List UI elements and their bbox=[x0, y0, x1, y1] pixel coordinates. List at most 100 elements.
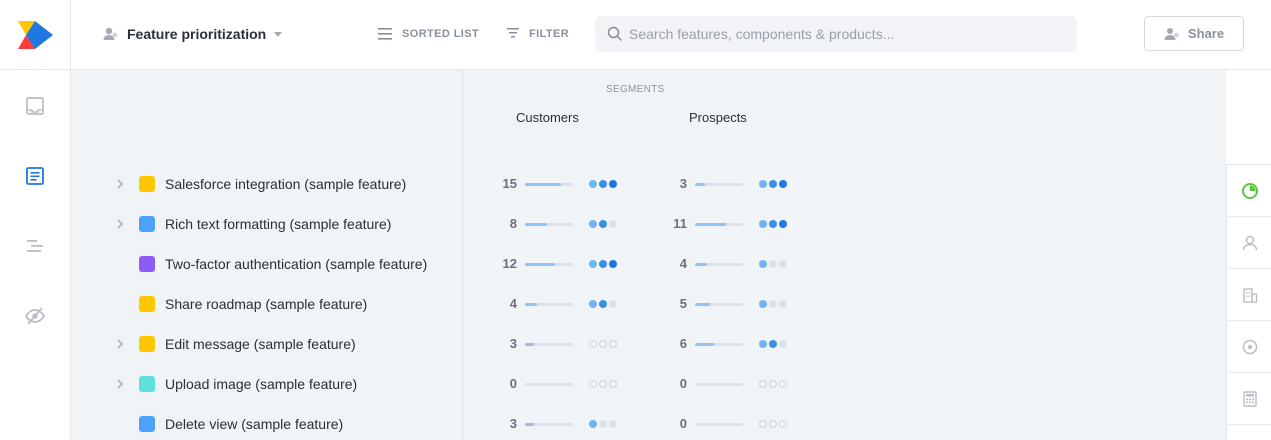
prospects-importance-dots[interactable] bbox=[759, 420, 789, 428]
calculator-icon bbox=[1242, 390, 1257, 407]
importance-dot bbox=[779, 180, 787, 188]
productboard-logo[interactable] bbox=[16, 19, 54, 51]
customers-score-bar-fill bbox=[525, 423, 534, 426]
customers-count: 4 bbox=[509, 296, 517, 311]
prospects-count: 4 bbox=[679, 256, 687, 271]
customers-count: 3 bbox=[509, 336, 517, 351]
feature-name[interactable]: Rich text formatting (sample feature) bbox=[165, 216, 391, 232]
importance-dot bbox=[759, 180, 767, 188]
filter-label: FILTER bbox=[529, 28, 570, 40]
importance-dot bbox=[609, 180, 617, 188]
search-icon bbox=[607, 26, 623, 42]
feature-color-swatch bbox=[139, 376, 155, 392]
segment-header-prospects[interactable]: Prospects bbox=[689, 110, 747, 125]
customers-importance-dots[interactable] bbox=[589, 220, 619, 228]
customers-score-bar bbox=[525, 423, 573, 426]
prospects-score-bar bbox=[695, 223, 743, 226]
importance-dot bbox=[609, 260, 617, 268]
rail-prioritization-button[interactable] bbox=[1227, 165, 1271, 217]
rail-target-button[interactable] bbox=[1227, 321, 1271, 373]
feature-name[interactable]: Salesforce integration (sample feature) bbox=[165, 176, 406, 192]
insights-icon[interactable] bbox=[24, 305, 46, 327]
customers-importance-dots[interactable] bbox=[589, 260, 619, 268]
rail-calculator-button[interactable] bbox=[1227, 373, 1271, 425]
customers-count: 12 bbox=[502, 256, 517, 271]
chevron-right-icon[interactable] bbox=[115, 378, 125, 390]
customers-count: 8 bbox=[509, 216, 517, 231]
prospects-importance-dots[interactable] bbox=[759, 260, 789, 268]
importance-dot bbox=[769, 420, 777, 428]
customers-score-bar bbox=[525, 343, 573, 346]
importance-dot bbox=[609, 340, 617, 348]
chevron-right-icon[interactable] bbox=[115, 218, 125, 230]
prospects-score-bar bbox=[695, 383, 743, 386]
prospects-score-bar-fill bbox=[695, 263, 707, 266]
search-input[interactable] bbox=[629, 26, 1069, 42]
prospects-count: 0 bbox=[679, 376, 687, 391]
customers-importance-dots[interactable] bbox=[589, 180, 619, 188]
prospects-score-bar bbox=[695, 263, 743, 266]
users-view-icon bbox=[103, 27, 118, 40]
prospects-score-bar bbox=[695, 303, 743, 306]
importance-dot bbox=[769, 380, 777, 388]
prospects-importance-dots[interactable] bbox=[759, 340, 789, 348]
importance-dot bbox=[759, 340, 767, 348]
customers-score-bar-fill bbox=[525, 223, 547, 226]
importance-dot bbox=[769, 260, 777, 268]
importance-dot bbox=[759, 420, 767, 428]
prospects-importance-dots[interactable] bbox=[759, 220, 789, 228]
customers-score-bar bbox=[525, 303, 573, 306]
feature-name[interactable]: Share roadmap (sample feature) bbox=[165, 296, 367, 312]
importance-dot bbox=[589, 380, 597, 388]
importance-dot bbox=[599, 340, 607, 348]
prospects-score-bar bbox=[695, 183, 743, 186]
target-icon bbox=[1242, 339, 1257, 354]
prospects-importance-dots[interactable] bbox=[759, 380, 789, 388]
notes-icon[interactable] bbox=[24, 165, 46, 187]
importance-dot bbox=[599, 260, 607, 268]
importance-dot bbox=[589, 180, 597, 188]
customers-importance-dots[interactable] bbox=[589, 420, 619, 428]
search-box[interactable] bbox=[595, 16, 1077, 52]
feature-name[interactable]: Two-factor authentication (sample featur… bbox=[165, 256, 427, 272]
importance-dot bbox=[779, 300, 787, 308]
right-rail bbox=[1226, 164, 1271, 440]
segments-panel bbox=[463, 70, 1226, 440]
importance-dot bbox=[589, 420, 597, 428]
customers-count: 0 bbox=[509, 376, 517, 391]
share-button[interactable]: Share bbox=[1144, 16, 1244, 51]
customers-count: 3 bbox=[509, 416, 517, 431]
inbox-icon[interactable] bbox=[24, 95, 46, 117]
importance-dot bbox=[779, 260, 787, 268]
feature-color-swatch bbox=[139, 336, 155, 352]
prospects-count: 3 bbox=[679, 176, 687, 191]
importance-dot bbox=[589, 220, 597, 228]
chevron-right-icon[interactable] bbox=[115, 178, 125, 190]
chevron-right-icon[interactable] bbox=[115, 338, 125, 350]
importance-dot bbox=[609, 420, 617, 428]
customers-importance-dots[interactable] bbox=[589, 340, 619, 348]
customers-score-bar-fill bbox=[525, 263, 555, 266]
feature-name[interactable]: Delete view (sample feature) bbox=[165, 416, 343, 432]
segment-header-customers[interactable]: Customers bbox=[516, 110, 579, 125]
customers-importance-dots[interactable] bbox=[589, 380, 619, 388]
importance-dot bbox=[599, 180, 607, 188]
feature-color-swatch bbox=[139, 216, 155, 232]
view-name: Feature prioritization bbox=[127, 26, 267, 42]
importance-dot bbox=[759, 260, 767, 268]
prospects-importance-dots[interactable] bbox=[759, 300, 789, 308]
feature-name[interactable]: Edit message (sample feature) bbox=[165, 336, 356, 352]
sorted-list-button[interactable]: SORTED LIST bbox=[378, 24, 479, 44]
rail-company-button[interactable] bbox=[1227, 269, 1271, 321]
feature-color-swatch bbox=[139, 416, 155, 432]
roadmap-icon[interactable] bbox=[24, 235, 46, 257]
importance-dot bbox=[599, 420, 607, 428]
importance-dot bbox=[589, 300, 597, 308]
customers-importance-dots[interactable] bbox=[589, 300, 619, 308]
logo-divider bbox=[70, 0, 71, 70]
rail-user-button[interactable] bbox=[1227, 217, 1271, 269]
view-selector[interactable]: Feature prioritization bbox=[102, 24, 283, 44]
prospects-importance-dots[interactable] bbox=[759, 180, 789, 188]
feature-name[interactable]: Upload image (sample feature) bbox=[165, 376, 357, 392]
filter-button[interactable]: FILTER bbox=[507, 24, 569, 44]
